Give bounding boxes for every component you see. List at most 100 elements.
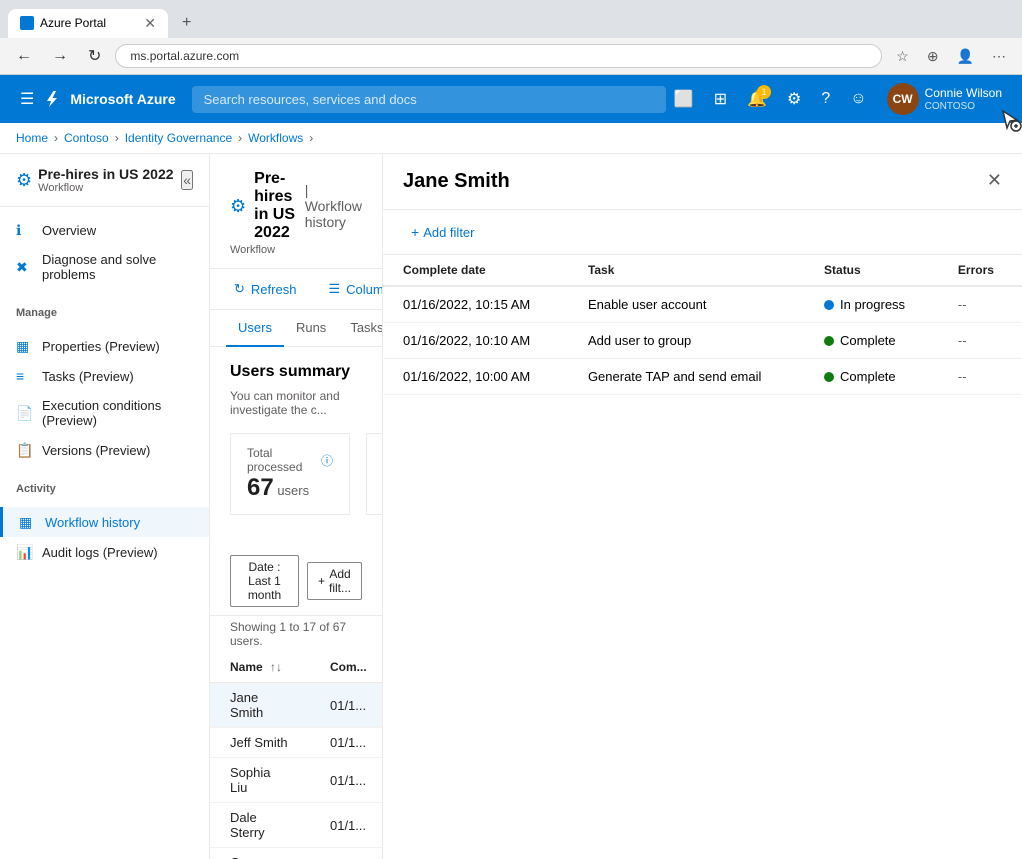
refresh-button[interactable]: ↻ Refresh	[226, 277, 304, 301]
table-row[interactable]: Jane Smith 01/1...	[210, 683, 382, 728]
table-row[interactable]: Jeff Smith 01/1...	[210, 728, 382, 758]
user-name-cell: Gerry John	[210, 848, 310, 859]
user-date-cell: 01/1...	[310, 848, 382, 859]
refresh-browser-button[interactable]: ↻	[82, 44, 107, 68]
table-row[interactable]: Dale Sterry 01/1...	[210, 803, 382, 848]
stat-total-unit: users	[277, 483, 309, 498]
detail-col-complete-date: Complete date	[383, 255, 568, 286]
user-name-cell: Jeff Smith	[210, 728, 310, 758]
browser-user-icon[interactable]: 👤	[951, 45, 980, 68]
breadcrumb-workflows[interactable]: Workflows	[248, 131, 303, 145]
sidebar-item-overview[interactable]: ℹ Overview	[0, 215, 209, 245]
notifications-icon[interactable]: 🔔 1	[739, 83, 775, 115]
task-complete-date: 01/16/2022, 10:10 AM	[383, 323, 568, 359]
sidebar-item-label-audit-logs: Audit logs (Preview)	[42, 545, 158, 560]
stat-total-row: 67 users	[247, 474, 333, 502]
browser-nav-bar: ← → ↻ ☆ ⊕ 👤 ⋯	[0, 38, 1022, 75]
summary-desc: You can monitor and investigate the c...	[230, 389, 362, 417]
column-button[interactable]: ☰ Column	[320, 277, 382, 301]
user-date-cell: 01/1...	[310, 683, 382, 728]
stat-total-label: Total processed ⓘ	[247, 446, 333, 474]
date-filter-button[interactable]: Date : Last 1 month	[230, 555, 299, 607]
breadcrumb-sep-4: ›	[309, 131, 313, 145]
azure-portal: ☰ Microsoft Azure ⬜ ⊞ 🔔 1 ⚙ ? ☺ CW Conni…	[0, 75, 1022, 859]
help-icon[interactable]: ?	[813, 84, 838, 114]
hamburger-menu[interactable]: ☰	[12, 83, 42, 115]
sidebar-item-versions[interactable]: 📋 Versions (Preview)	[0, 435, 209, 465]
sidebar-item-label-versions: Versions (Preview)	[42, 443, 150, 458]
browser-extension-icon[interactable]: ⊕	[921, 45, 945, 68]
info-icon: ⓘ	[321, 452, 333, 469]
detail-col-errors: Errors	[938, 255, 1022, 286]
azure-logo-icon	[42, 89, 62, 109]
summary-section: Users summary You can monitor and invest…	[210, 347, 382, 547]
user-menu[interactable]: CW Connie Wilson CONTOSO	[879, 79, 1010, 119]
tab-users[interactable]: Users	[226, 310, 284, 347]
detail-filter-bar: + Add filter	[383, 210, 1022, 255]
status-dot	[824, 336, 834, 346]
table-row[interactable]: Sophia Liu 01/1...	[210, 758, 382, 803]
sidebar-collapse-button[interactable]: «	[181, 170, 193, 190]
task-errors: --	[938, 323, 1022, 359]
table-row[interactable]: Gerry John 01/1...	[210, 848, 382, 859]
sidebar-item-execution[interactable]: 📄 Execution conditions (Preview)	[0, 391, 209, 435]
refresh-icon: ↻	[234, 281, 245, 297]
sidebar-title-block: Pre-hires in US 2022 Workflow	[38, 166, 173, 194]
breadcrumb-contoso[interactable]: Contoso	[64, 131, 109, 145]
add-filter-icon: +	[318, 574, 325, 588]
overview-icon: ℹ	[16, 222, 32, 238]
tab-runs[interactable]: Runs	[284, 310, 338, 347]
task-complete-date: 01/16/2022, 10:15 AM	[383, 286, 568, 323]
settings-icon[interactable]: ⚙	[779, 83, 809, 115]
page-subtitle: Workflow	[230, 244, 362, 256]
sidebar: ⚙ Pre-hires in US 2022 Workflow « ℹ Over…	[0, 154, 210, 859]
detail-table-row: 01/16/2022, 10:10 AM Add user to group C…	[383, 323, 1022, 359]
browser-menu-icon[interactable]: ⋯	[986, 45, 1012, 68]
browser-tab-active[interactable]: Azure Portal ✕	[8, 9, 168, 38]
task-name: Enable user account	[568, 286, 804, 323]
task-name: Add user to group	[568, 323, 804, 359]
detail-add-filter-icon: +	[411, 224, 419, 240]
user-date-cell: 01/1...	[310, 728, 382, 758]
page-workflow-icon: ⚙	[230, 196, 246, 217]
status-text: Complete	[840, 333, 896, 348]
cloud-shell-icon[interactable]: ⬜	[666, 83, 702, 115]
task-status: In progress	[804, 286, 938, 323]
breadcrumb-sep-2: ›	[115, 131, 119, 145]
global-search-input[interactable]	[192, 86, 666, 113]
tasks-icon: ≡	[16, 368, 32, 384]
stat-total-value: 67	[247, 474, 274, 501]
page-header-row: ⚙ Pre-hires in US 2022 | Workflow histor…	[230, 170, 362, 242]
breadcrumb-identity-governance[interactable]: Identity Governance	[125, 131, 232, 145]
feedback-icon[interactable]: ☺	[842, 84, 874, 114]
task-name: Generate TAP and send email	[568, 359, 804, 395]
back-button[interactable]: ←	[10, 45, 38, 67]
add-filter-users-button[interactable]: + Add filt...	[307, 562, 362, 600]
col-header-name: Name ↑↓	[210, 652, 310, 683]
versions-icon: 📋	[16, 442, 32, 458]
breadcrumb-home[interactable]: Home	[16, 131, 48, 145]
browser-tab-bar: Azure Portal ✕ +	[0, 0, 1022, 38]
activity-section-label: Activity	[0, 473, 209, 499]
workflow-history-divider: | Workflow history	[305, 182, 362, 230]
star-icon[interactable]: ☆	[890, 45, 915, 68]
address-bar[interactable]	[115, 44, 882, 68]
sidebar-item-properties[interactable]: ▦ Properties (Preview)	[0, 331, 209, 361]
sidebar-item-tasks[interactable]: ≡ Tasks (Preview)	[0, 361, 209, 391]
forward-button[interactable]: →	[46, 45, 74, 67]
task-status: Complete	[804, 323, 938, 359]
new-tab-button[interactable]: +	[172, 8, 201, 38]
sidebar-item-audit-logs[interactable]: 📊 Audit logs (Preview)	[0, 537, 209, 567]
directory-icon[interactable]: ⊞	[706, 83, 735, 115]
detail-close-button[interactable]: ✕	[987, 170, 1002, 191]
tab-close-icon[interactable]: ✕	[144, 15, 156, 32]
sort-name-icon[interactable]: ↑↓	[270, 660, 282, 674]
sidebar-item-workflow-history[interactable]: ▦ Workflow history	[0, 507, 209, 537]
workflow-icon: ⚙	[16, 170, 32, 191]
detail-table-row: 01/16/2022, 10:00 AM Generate TAP and se…	[383, 359, 1022, 395]
detail-header: Jane Smith ✕	[383, 154, 1022, 210]
tab-tasks[interactable]: Tasks	[338, 310, 382, 347]
sidebar-item-diagnose[interactable]: ✖ Diagnose and solve problems	[0, 245, 209, 289]
detail-add-filter-button[interactable]: + Add filter	[403, 220, 483, 244]
user-date-cell: 01/1...	[310, 758, 382, 803]
